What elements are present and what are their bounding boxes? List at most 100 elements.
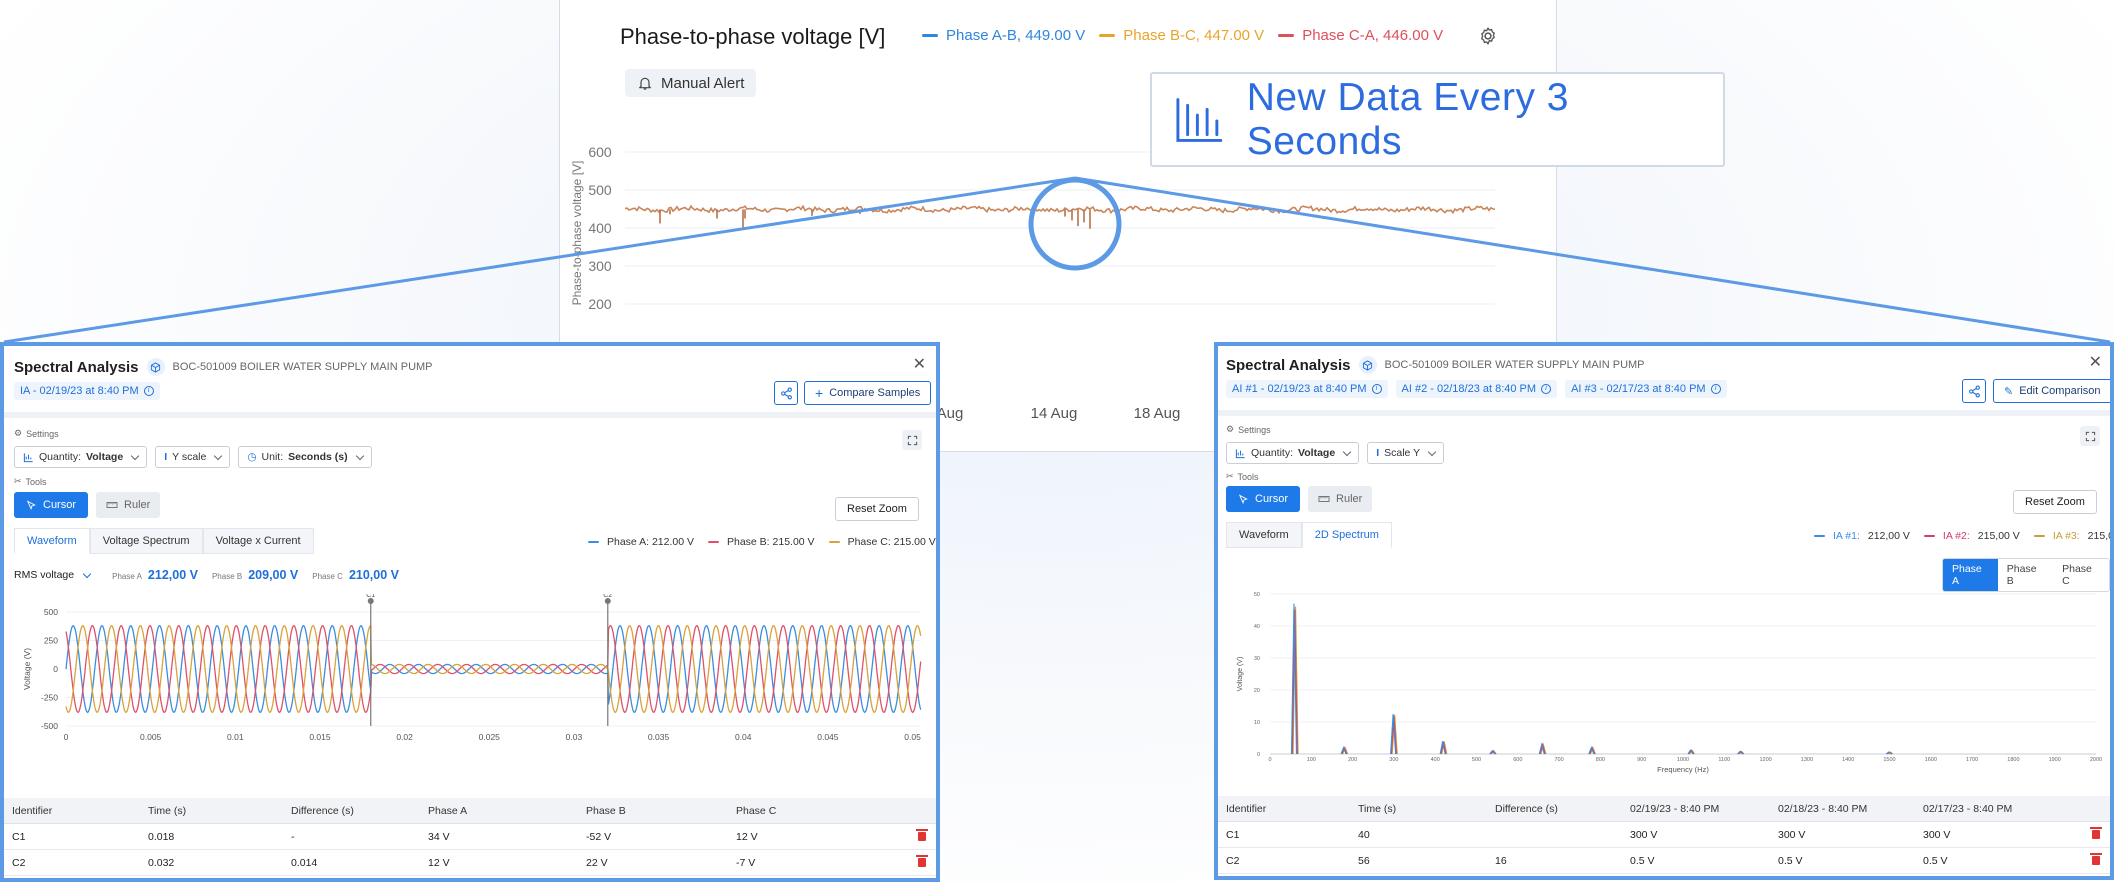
- sample-chip-1[interactable]: AI #1 - 02/19/23 at 8:40 PM i: [1226, 380, 1388, 398]
- x-tick-label: 200: [1348, 757, 1357, 763]
- legend-phase-ab[interactable]: Phase A-B, 449.00 V: [922, 27, 1085, 44]
- cube-icon: [1358, 356, 1377, 374]
- expand-icon: [907, 435, 917, 445]
- quantity-select[interactable]: Quantity: Voltage: [1226, 442, 1360, 464]
- legend-phase-a[interactable]: Phase A: 212.00 V: [588, 536, 694, 548]
- share-button[interactable]: [774, 381, 798, 405]
- chart-icon: [1235, 448, 1245, 458]
- trash-icon[interactable]: [916, 829, 928, 841]
- x-tick-label: 18 Aug: [1134, 405, 1181, 422]
- phase-trace: [624, 204, 1496, 215]
- x-tick-label: Aug: [937, 405, 964, 422]
- tab-waveform[interactable]: Waveform: [14, 528, 90, 554]
- y-tick-label: 600: [588, 144, 612, 160]
- legend-phase-c[interactable]: Phase C: 215.00 V: [828, 536, 936, 548]
- manual-alert-button[interactable]: Manual Alert: [625, 69, 757, 97]
- cursor-table: Identifier Time (s) Difference (s) Phase…: [4, 798, 936, 876]
- settings-icon: ⚙: [1226, 424, 1235, 434]
- spectral-analysis-panel-left: Spectral Analysis BOC-501009 BOILER WATE…: [0, 342, 940, 882]
- reset-zoom-button[interactable]: Reset Zoom: [835, 497, 919, 521]
- tab-voltage-spectrum[interactable]: Voltage Spectrum: [89, 528, 203, 554]
- ruler-icon: [106, 502, 118, 508]
- y-tick-label: 30: [1254, 656, 1260, 662]
- tab-waveform[interactable]: Waveform: [1226, 522, 1302, 548]
- table-row[interactable]: C1 40 300 V 300 V 300 V: [1218, 822, 2110, 848]
- legend-phase-b[interactable]: Phase B: 215.00 V: [707, 536, 815, 548]
- share-button[interactable]: [1962, 379, 1986, 403]
- chart-icon: [23, 452, 33, 462]
- x-tick-label: 2000: [2090, 757, 2102, 763]
- x-tick-label: 0.02: [396, 732, 413, 742]
- x-tick-label: 300: [1389, 757, 1398, 763]
- sample-chip-3[interactable]: AI #3 - 02/17/23 at 8:40 PM i: [1565, 380, 1727, 398]
- rms-phase-b: Phase B 209,00 V: [211, 568, 299, 582]
- tab-voltage-x-current[interactable]: Voltage x Current: [202, 528, 314, 554]
- expand-button[interactable]: [902, 430, 922, 450]
- ruler-tool-button[interactable]: Ruler: [1308, 486, 1373, 512]
- chart-tabs: Waveform Voltage Spectrum Voltage x Curr…: [14, 528, 314, 554]
- cursor-icon: [1238, 493, 1248, 504]
- share-icon: [780, 387, 792, 399]
- x-tick-label: 0.05: [904, 732, 921, 742]
- tab-2d-spectrum[interactable]: 2D Spectrum: [1301, 522, 1392, 548]
- y-scale-select[interactable]: I Y scale: [155, 446, 231, 468]
- trash-icon[interactable]: [916, 855, 928, 867]
- spectrum-legend: IA #1: 212,00 V IA #2: 215,00 V IA #3: 215,…: [1814, 530, 2110, 542]
- cursor-table: Identifier Time (s) Difference (s) 02/19…: [1218, 796, 2110, 874]
- legend-ia-2[interactable]: IA #2: 215,00 V: [1923, 530, 2020, 542]
- settings-label: ⚙ Settings: [1226, 424, 1271, 435]
- rms-phase-c: Phase C 210,00 V: [312, 568, 399, 582]
- x-tick-label: 1300: [1801, 757, 1813, 763]
- cursor-tool-button[interactable]: Cursor: [14, 492, 89, 518]
- pencil-icon: ✎: [2004, 385, 2014, 398]
- close-icon[interactable]: ✕: [913, 354, 926, 374]
- sample-chip[interactable]: IA - 02/19/23 at 8:40 PM i: [14, 382, 160, 400]
- y-tick-label: 10: [1254, 720, 1260, 726]
- sample-chip-2[interactable]: AI #2 - 02/18/23 at 8:40 PM i: [1395, 380, 1558, 398]
- x-tick-label: 0: [64, 732, 69, 742]
- x-tick-label: 900: [1637, 757, 1646, 763]
- legend-ia-1[interactable]: IA #1: 212,00 V: [1814, 530, 1910, 542]
- y-tick-label: 500: [44, 607, 58, 617]
- y-tick-label: 40: [1254, 624, 1260, 630]
- legend-phase-ca[interactable]: Phase C-A, 446.00 V: [1278, 27, 1443, 44]
- x-tick-label: 0.015: [309, 732, 331, 742]
- edit-comparison-button[interactable]: ✎ Edit Comparison: [1993, 379, 2110, 403]
- waveform-chart: 500 250 0 -250 -500 0 0.005 0.01 0.015 0.02 0.025 0…: [22, 594, 922, 742]
- quantity-select[interactable]: Quantity: Voltage: [14, 446, 148, 468]
- trash-icon[interactable]: [2090, 827, 2102, 839]
- trash-icon[interactable]: [2090, 853, 2102, 865]
- tools-icon: ✂: [14, 476, 22, 486]
- legend-ia-3[interactable]: IA #3:215,00 V: [2033, 530, 2110, 542]
- gear-icon[interactable]: [1478, 26, 1498, 46]
- x-tick-label: 500: [1472, 757, 1481, 763]
- panel-title: Spectral Analysis: [1226, 356, 1351, 374]
- x-axis-label: Frequency (Hz): [1657, 765, 1709, 774]
- x-tick-label: 0.035: [648, 732, 670, 742]
- info-icon: i: [1710, 384, 1721, 394]
- close-icon[interactable]: ✕: [2089, 352, 2102, 372]
- x-tick-label: 0.03: [566, 732, 583, 742]
- legend-phase-bc[interactable]: Phase B-C, 447.00 V: [1099, 27, 1264, 44]
- table-row[interactable]: C2 56 16 0.5 V 0.5 V 0.5 V: [1218, 848, 2110, 874]
- new-data-banner: New Data Every 3 Seconds: [1150, 72, 1725, 167]
- bar-chart-icon: [1176, 97, 1223, 142]
- x-tick-label: 600: [1513, 757, 1522, 763]
- x-tick-label: 1100: [1718, 757, 1730, 763]
- unit-select[interactable]: ◷ Unit: Seconds (s): [238, 446, 372, 468]
- compare-samples-button[interactable]: + Compare Samples: [804, 381, 932, 405]
- table-row[interactable]: C1 0.018 - 34 V -52 V 12 V: [4, 824, 936, 850]
- scale-y-select[interactable]: I Scale Y: [1367, 442, 1445, 464]
- rms-voltage-select[interactable]: RMS voltage: [14, 569, 92, 581]
- x-tick-label: 1400: [1842, 757, 1854, 763]
- ruler-tool-button[interactable]: Ruler: [96, 492, 161, 518]
- bell-icon: [639, 77, 651, 90]
- table-row[interactable]: C2 0.032 0.014 12 V 22 V -7 V: [4, 850, 936, 876]
- expand-button[interactable]: [2080, 426, 2100, 446]
- info-icon: i: [143, 386, 154, 396]
- reset-zoom-button[interactable]: Reset Zoom: [2013, 490, 2097, 514]
- y-tick-label: 500: [588, 182, 612, 198]
- x-tick-label: 1800: [2007, 757, 2019, 763]
- x-tick-label: 400: [1431, 757, 1440, 763]
- cursor-tool-button[interactable]: Cursor: [1226, 486, 1301, 512]
